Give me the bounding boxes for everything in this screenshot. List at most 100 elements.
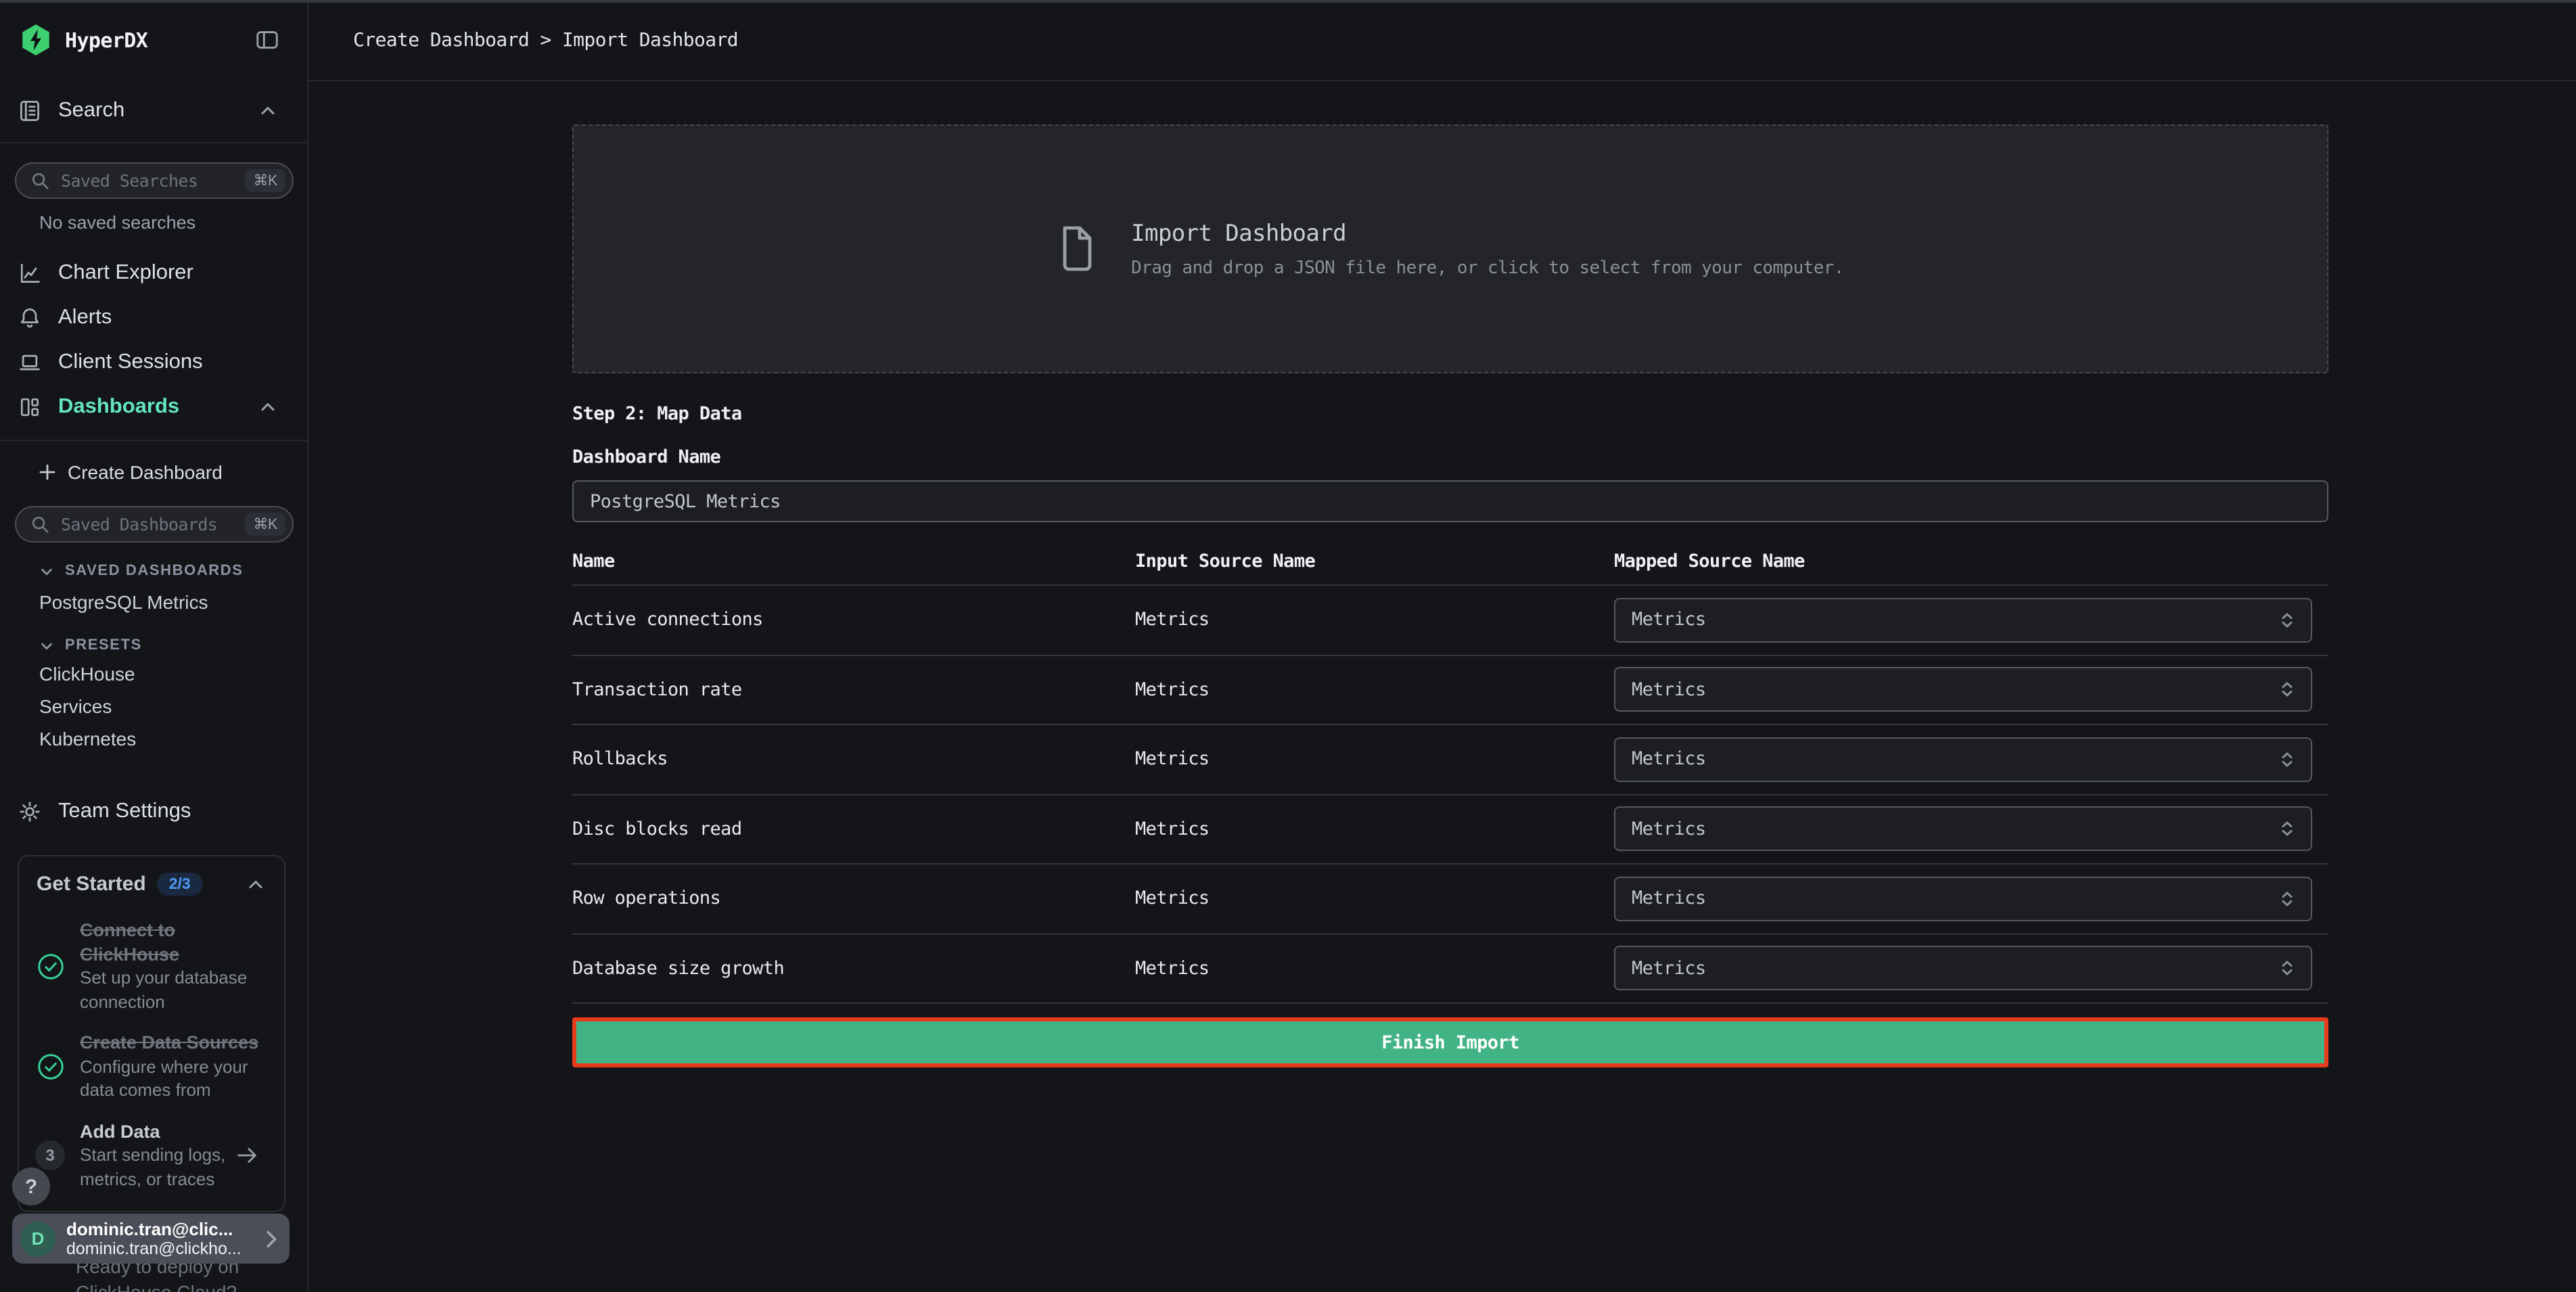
- dashboards-icon: [18, 394, 42, 419]
- shortcut-badge: ⌘K: [246, 513, 286, 536]
- step-desc: Set up your database connection: [80, 966, 271, 1013]
- chevron-right-icon: [265, 1229, 279, 1248]
- dropzone-title: Import Dashboard: [1131, 220, 1844, 247]
- presets-header: PRESETS: [65, 637, 142, 653]
- table-row: Database size growth Metrics Metrics: [572, 934, 2328, 1004]
- column-header-mapped-source: Mapped Source Name: [1614, 551, 2328, 572]
- step-title: Connect to ClickHouse: [80, 919, 271, 966]
- mapped-source-select[interactable]: Metrics: [1614, 877, 2312, 921]
- sidebar-item-kubernetes[interactable]: Kubernetes: [0, 722, 307, 755]
- sidebar-collapse-button[interactable]: [254, 27, 280, 53]
- mapped-source-select[interactable]: Metrics: [1614, 807, 2312, 852]
- sidebar-nav: Chart Explorer Alerts Client Sessions Da…: [0, 250, 307, 441]
- check-circle-icon: [35, 952, 65, 980]
- get-started-header[interactable]: Get Started 2/3: [32, 873, 271, 896]
- topbar: Create Dashboard > Import Dashboard: [308, 0, 2576, 81]
- create-dashboard-button[interactable]: Create Dashboard: [0, 441, 307, 502]
- presets-section-toggle[interactable]: PRESETS: [0, 633, 307, 657]
- select-chevrons-icon: [2277, 749, 2297, 770]
- search-section-label: Search: [58, 99, 124, 123]
- selected-option: Metrics: [1632, 818, 2277, 840]
- get-started-title: Get Started: [37, 873, 146, 896]
- saved-dashboards-input[interactable]: Saved Dashboards ⌘K: [15, 506, 294, 543]
- table-header-row: Name Input Source Name Mapped Source Nam…: [572, 551, 2328, 586]
- sidebar-item-chart-explorer[interactable]: Chart Explorer: [0, 250, 307, 295]
- get-started-step-add-data[interactable]: 3 Add Data Start sending logs, metrics, …: [32, 1120, 271, 1191]
- logo-row: HyperDX: [0, 0, 307, 80]
- finish-import-button[interactable]: Finish Import: [572, 1017, 2328, 1067]
- dashboard-name-input[interactable]: [572, 480, 2328, 522]
- step-number-badge: 3: [35, 1140, 65, 1170]
- import-content: Import Dashboard Drag and drop a JSON fi…: [572, 124, 2328, 1067]
- plus-icon: [39, 463, 55, 480]
- mapped-source-select[interactable]: Metrics: [1614, 946, 2312, 991]
- nav-label: Client Sessions: [58, 350, 203, 374]
- bell-icon: [18, 305, 42, 329]
- sidebar-item-clickhouse[interactable]: ClickHouse: [0, 657, 307, 690]
- team-settings-label: Team Settings: [58, 800, 191, 824]
- row-input-source: Metrics: [1135, 818, 1614, 840]
- shortcut-badge: ⌘K: [246, 169, 286, 192]
- sidebar-item-alerts[interactable]: Alerts: [0, 295, 307, 340]
- step-title: Add Data: [80, 1120, 242, 1143]
- get-started-step-connect[interactable]: Connect to ClickHouse Set up your databa…: [32, 919, 271, 1013]
- import-dropzone[interactable]: Import Dashboard Drag and drop a JSON fi…: [572, 124, 2328, 373]
- help-button[interactable]: ?: [12, 1168, 50, 1205]
- row-input-source: Metrics: [1135, 679, 1614, 701]
- row-name: Row operations: [572, 888, 1135, 910]
- select-chevrons-icon: [2277, 889, 2297, 909]
- row-input-source: Metrics: [1135, 888, 1614, 910]
- get-started-step-data-sources[interactable]: Create Data Sources Configure where your…: [32, 1031, 271, 1102]
- saved-dashboards-header: SAVED DASHBOARDS: [65, 563, 244, 579]
- main-area: Create Dashboard > Import Dashboard Impo…: [308, 0, 2576, 1292]
- get-started-items: Connect to ClickHouse Set up your databa…: [32, 919, 271, 1191]
- column-header-name: Name: [572, 551, 1135, 572]
- search-section-icon: [18, 99, 42, 123]
- table-row: Transaction rate Metrics Metrics: [572, 655, 2328, 725]
- step-desc: Start sending logs, metrics, or traces: [80, 1143, 242, 1191]
- get-started-step-deploy-text2: ClickHouse Cloud?: [76, 1281, 237, 1292]
- search-icon: [30, 170, 50, 191]
- saved-searches-placeholder: Saved Searches: [61, 170, 235, 191]
- mapped-source-select[interactable]: Metrics: [1614, 668, 2312, 712]
- sidebar-item-services[interactable]: Services: [0, 690, 307, 722]
- row-input-source: Metrics: [1135, 749, 1614, 770]
- saved-dashboards-section-toggle[interactable]: SAVED DASHBOARDS: [0, 559, 307, 583]
- file-icon: [1057, 225, 1095, 273]
- create-dashboard-label: Create Dashboard: [68, 461, 223, 482]
- hyperdx-logo[interactable]: HyperDX: [19, 23, 147, 57]
- nav-label: Dashboards: [58, 394, 179, 419]
- get-started-progress-badge: 2/3: [157, 873, 203, 896]
- selected-option: Metrics: [1632, 888, 2277, 910]
- check-circle-icon: [35, 1053, 65, 1081]
- mapped-source-select[interactable]: Metrics: [1614, 737, 2312, 782]
- row-name: Active connections: [572, 609, 1135, 631]
- sidebar-item-postgresql-metrics[interactable]: PostgreSQL Metrics: [0, 583, 307, 621]
- user-name: dominic.tran@clic...: [66, 1218, 254, 1239]
- sidebar-item-client-sessions[interactable]: Client Sessions: [0, 340, 307, 384]
- chevron-up-icon: [258, 101, 277, 120]
- mapped-source-select[interactable]: Metrics: [1614, 598, 2312, 643]
- saved-searches-input[interactable]: Saved Searches ⌘K: [15, 162, 294, 199]
- panel-toggle-icon: [254, 27, 280, 53]
- select-chevrons-icon: [2277, 680, 2297, 700]
- row-name: Rollbacks: [572, 749, 1135, 770]
- gear-icon: [18, 800, 42, 824]
- nav-label: Alerts: [58, 305, 112, 329]
- sidebar-item-dashboards[interactable]: Dashboards: [0, 384, 307, 429]
- sidebar-item-team-settings[interactable]: Team Settings: [0, 785, 307, 839]
- row-input-source: Metrics: [1135, 609, 1614, 631]
- select-chevrons-icon: [2277, 819, 2297, 839]
- select-chevrons-icon: [2277, 610, 2297, 630]
- selected-option: Metrics: [1632, 679, 2277, 701]
- nav-label: Chart Explorer: [58, 260, 193, 285]
- mapping-table-body: Active connections Metrics Metrics: [572, 586, 2328, 1004]
- select-chevrons-icon: [2277, 959, 2297, 979]
- get-started-panel: Get Started 2/3 Connect to ClickHouse Se…: [18, 855, 285, 1212]
- row-input-source: Metrics: [1135, 958, 1614, 979]
- hyperdx-logo-icon: [19, 23, 53, 57]
- sidebar-item-search[interactable]: Search: [0, 80, 307, 143]
- selected-option: Metrics: [1632, 958, 2277, 979]
- dropzone-subtitle: Drag and drop a JSON file here, or click…: [1131, 258, 1844, 278]
- user-menu[interactable]: D dominic.tran@clic... dominic.tran@clic…: [12, 1214, 290, 1264]
